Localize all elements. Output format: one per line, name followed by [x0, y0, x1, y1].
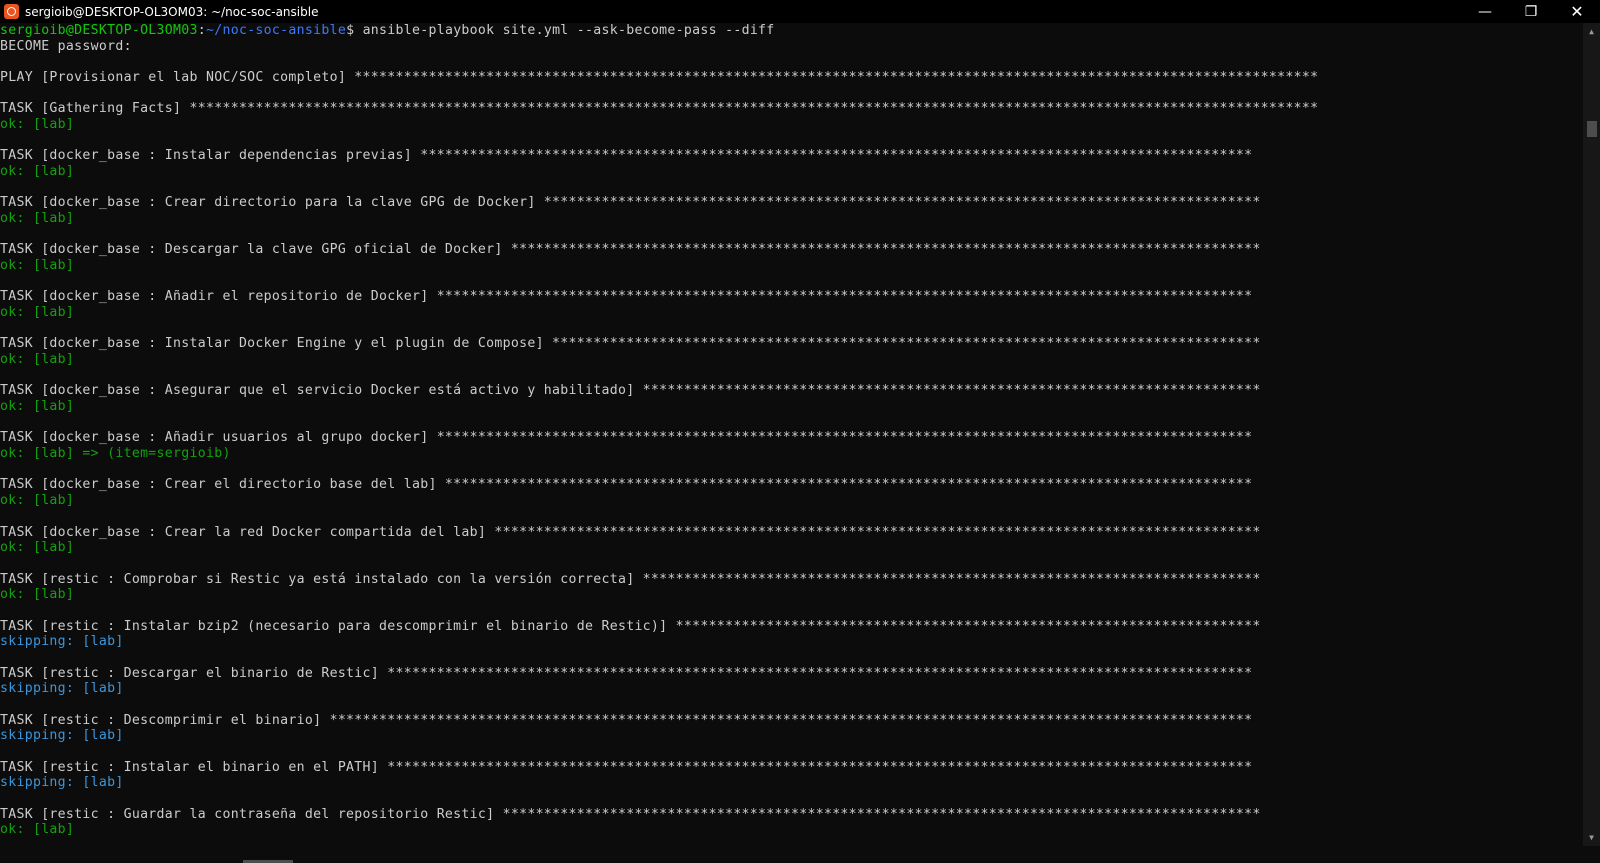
output-line: TASK [restic : Descomprimir el binario] …	[0, 712, 1253, 728]
prompt-path: ~/noc-soc-ansible	[206, 23, 347, 38]
output-line: TASK [docker_base : Crear directorio par…	[0, 195, 1261, 211]
output-line: ok: [lab]	[0, 822, 75, 838]
output-line: TASK [docker_base : Crear el directorio …	[0, 477, 1253, 493]
horizontal-scrollbar[interactable]	[0, 846, 1600, 863]
output-line: ok: [lab]	[0, 493, 75, 509]
output-line: ok: [lab]	[0, 164, 75, 180]
output-line: TASK [docker_base : Instalar Docker Engi…	[0, 336, 1261, 352]
title-bar: sergioib@DESKTOP-OL3OM03: ~/noc-soc-ansi…	[0, 0, 1600, 23]
output-line: TASK [docker_base : Instalar dependencia…	[0, 148, 1253, 164]
output-line: PLAY [Provisionar el lab NOC/SOC complet…	[0, 70, 1319, 86]
prompt-separator: :	[197, 23, 206, 38]
scroll-up-icon[interactable]: ▲	[1583, 23, 1600, 40]
close-button[interactable]: ✕	[1554, 0, 1600, 23]
output-line: skipping: [lab]	[0, 681, 124, 697]
output-line: TASK [restic : Instalar bzip2 (necesario…	[0, 618, 1261, 634]
output-line: TASK [restic : Instalar el binario en el…	[0, 759, 1253, 775]
output-line: ok: [lab]	[0, 352, 75, 368]
vertical-scrollbar[interactable]: ▲ ▼	[1583, 23, 1600, 846]
output-line: skipping: [lab]	[0, 728, 124, 744]
output-line: TASK [docker_base : Añadir usuarios al g…	[0, 430, 1253, 446]
restore-button[interactable]: ❐	[1508, 0, 1554, 23]
output-line: ok: [lab]	[0, 540, 75, 556]
window-title: sergioib@DESKTOP-OL3OM03: ~/noc-soc-ansi…	[25, 4, 319, 19]
prompt-command: ansible-playbook site.yml --ask-become-p…	[362, 23, 775, 38]
output-line: skipping: [lab]	[0, 634, 124, 650]
output-line: TASK [docker_base : Añadir el repositori…	[0, 289, 1253, 305]
output-line: TASK [restic : Descargar el binario de R…	[0, 665, 1253, 681]
prompt-line: sergioib@DESKTOP-OL3OM03:~/noc-soc-ansib…	[0, 23, 1583, 39]
output-line: TASK [docker_base : Crear la red Docker …	[0, 524, 1261, 540]
output-line: ok: [lab]	[0, 399, 75, 415]
output-line: TASK [docker_base : Descargar la clave G…	[0, 242, 1261, 258]
output-line: BECOME password:	[0, 38, 132, 54]
output-line: ok: [lab]	[0, 117, 75, 133]
output-line: ok: [lab]	[0, 587, 75, 603]
output-line: skipping: [lab]	[0, 775, 124, 791]
minimize-button[interactable]: —	[1462, 0, 1508, 23]
output-line: TASK [restic : Comprobar si Restic ya es…	[0, 571, 1261, 587]
output-line: TASK [docker_base : Asegurar que el serv…	[0, 383, 1261, 399]
output-line: ok: [lab]	[0, 258, 75, 274]
terminal-output[interactable]: sergioib@DESKTOP-OL3OM03:~/noc-soc-ansib…	[0, 23, 1583, 863]
scroll-thumb[interactable]	[1587, 121, 1597, 137]
output-lines: BECOME password: PLAY [Provisionar el lab…	[0, 39, 1583, 838]
output-line: ok: [lab] => (item=sergioib)	[0, 446, 231, 462]
output-line: ok: [lab]	[0, 305, 75, 321]
output-line: TASK [Gathering Facts] *****************…	[0, 101, 1319, 117]
scroll-down-icon[interactable]: ▼	[1583, 829, 1600, 846]
ubuntu-icon[interactable]	[4, 4, 19, 19]
output-line: TASK [restic : Guardar la contraseña del…	[0, 806, 1261, 822]
prompt-symbol: $	[346, 23, 363, 38]
output-line: ok: [lab]	[0, 211, 75, 227]
prompt-user-host: sergioib@DESKTOP-OL3OM03	[0, 23, 198, 38]
